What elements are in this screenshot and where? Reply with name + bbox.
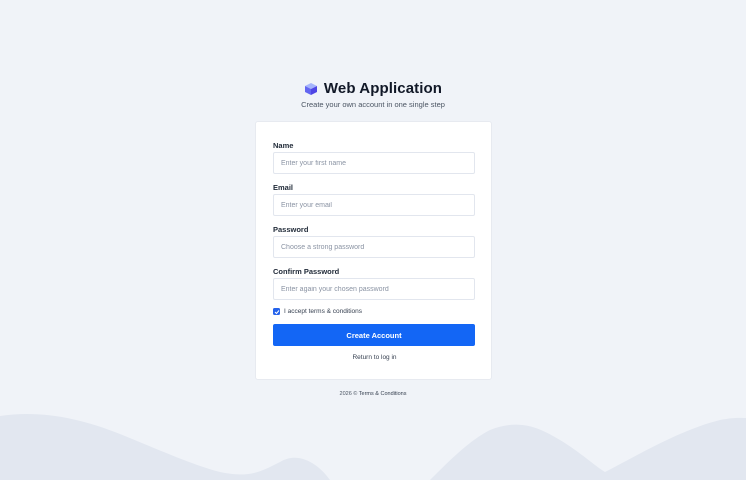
name-label: Name [273, 141, 294, 150]
background-waves [0, 414, 746, 480]
email-input[interactable] [273, 194, 475, 216]
page-subtitle: Create your own account in one single st… [301, 100, 445, 109]
brand-header: Web Application [0, 80, 746, 97]
terms-checkbox[interactable] [273, 308, 280, 315]
terms-label[interactable]: I accept terms & conditions [284, 308, 362, 315]
name-input[interactable] [273, 152, 475, 174]
confirm-password-label: Confirm Password [273, 267, 340, 276]
create-account-button[interactable]: Create Account [273, 324, 475, 346]
terms-link[interactable]: Terms & Conditions [359, 391, 407, 397]
cube-icon [304, 82, 317, 95]
page: Web Application Create your own account … [0, 0, 746, 480]
password-label: Password [273, 225, 309, 234]
return-to-login-link[interactable]: Return to log in [256, 354, 493, 361]
password-input[interactable] [273, 236, 475, 258]
footer: 2026 © Terms & Conditions [0, 391, 746, 397]
app-title: Web Application [323, 80, 443, 97]
terms-row: I accept terms & conditions [273, 308, 362, 315]
copyright-symbol: © [353, 391, 358, 397]
checkmark-icon [274, 309, 279, 314]
footer-year: 2026 [339, 391, 352, 397]
email-label: Email [273, 183, 294, 192]
signup-card: Name Email Password Confirm Password I a… [255, 121, 492, 380]
confirm-password-input[interactable] [273, 278, 475, 300]
